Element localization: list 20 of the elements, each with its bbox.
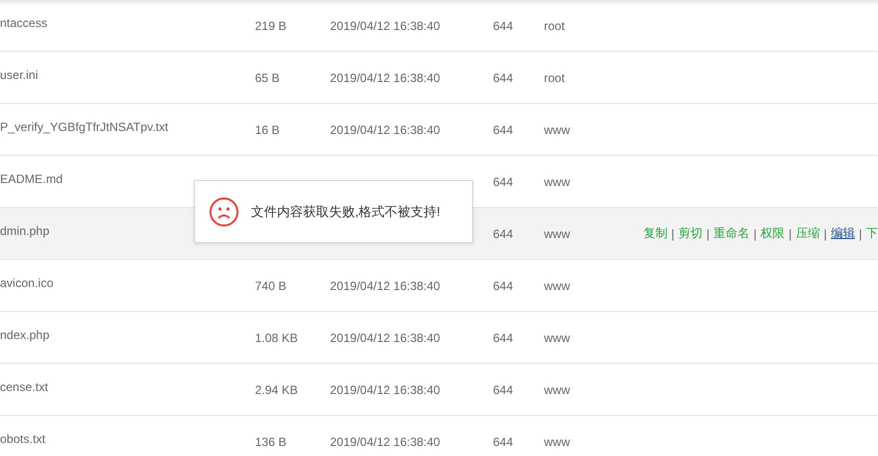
file-size: 136 B	[255, 434, 286, 448]
separator: |	[754, 226, 757, 240]
modified-time: 2019/04/12 16:38:40	[330, 330, 440, 344]
file-size: 65 B	[255, 70, 280, 84]
file-size: 16 B	[255, 122, 280, 136]
separator: |	[858, 226, 862, 240]
modified-time: 2019/04/12 16:38:40	[330, 70, 440, 84]
separator: |	[788, 226, 792, 240]
modified-time: 2019/04/12 16:38:40	[330, 18, 440, 32]
separator: |	[706, 226, 710, 240]
separator: |	[824, 226, 827, 240]
modified-time: 2019/04/12 16:38:40	[330, 434, 440, 448]
modified-time: 2019/04/12 16:38:40	[330, 122, 440, 136]
modified-time: 2019/04/12 16:38:40	[330, 382, 440, 396]
file-size: 219 B	[255, 18, 286, 32]
file-size: 740 B	[255, 278, 286, 292]
file-size: 2.94 KB	[255, 382, 298, 396]
separator: |	[671, 226, 674, 240]
file-size: 1.08 KB	[255, 330, 298, 344]
modified-time: 2019/04/12 16:38:40	[330, 278, 440, 292]
